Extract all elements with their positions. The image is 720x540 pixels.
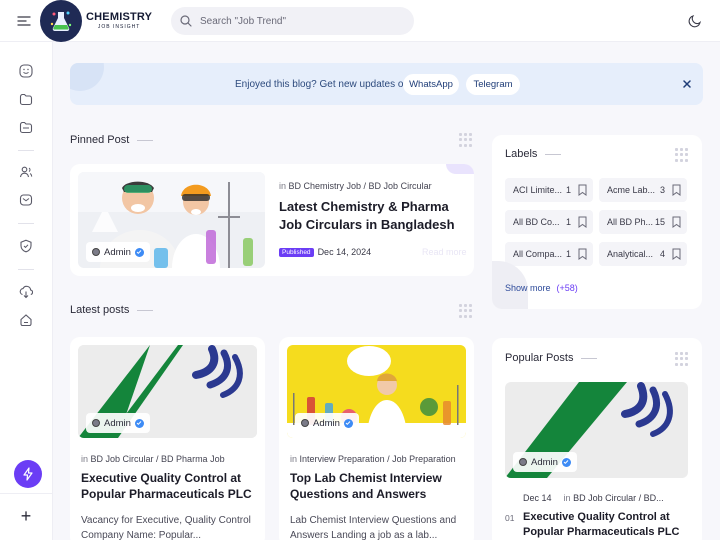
lightning-action-button[interactable] [14, 460, 42, 488]
popular-posts-widget: Popular Posts Admin Dec 14 in BD Job Cir… [492, 338, 702, 540]
sidebar-divider [18, 223, 34, 224]
drag-dots-icon[interactable] [459, 133, 473, 147]
sidebar-divider [0, 493, 53, 494]
telegram-button[interactable]: Telegram [466, 74, 520, 95]
bookmark-icon [578, 184, 587, 196]
verified-check-icon [134, 247, 144, 257]
verified-check-icon [343, 418, 353, 428]
post-title[interactable]: Top Lab Chemist Interview Questions and … [290, 470, 468, 502]
pinned-post-card[interactable]: Admin in BD Chemistry Job / BD Job Circu… [70, 164, 474, 276]
search-icon [180, 15, 192, 27]
label-item[interactable]: ACI Limite... 1 [505, 178, 593, 202]
post-categories[interactable]: in BD Job Circular / BD... [564, 493, 664, 503]
author-chip[interactable]: Admin [295, 413, 359, 433]
post-snippet: Lab Chemist Interview Questions and Answ… [290, 515, 457, 540]
post-snippet: Vacancy for Executive, Quality Control C… [81, 515, 251, 540]
label-item[interactable]: Acme Lab... 3 [599, 178, 687, 202]
author-name: Admin [313, 417, 340, 429]
flask-logo-icon [40, 0, 82, 42]
post-meta: Published Dec 14, 2024 [279, 247, 371, 257]
latest-post-card[interactable]: Admin in Interview Preparation / Job Pre… [279, 337, 474, 540]
smile-icon[interactable] [17, 62, 35, 80]
banner-text: Enjoyed this blog? Get new updates on [235, 79, 410, 90]
subscribe-banner: Enjoyed this blog? Get new updates on Wh… [70, 63, 703, 105]
post-categories[interactable]: in Interview Preparation / Job Preparati… [290, 454, 456, 464]
drag-dots-icon[interactable] [675, 148, 689, 162]
users-icon[interactable] [17, 163, 35, 181]
avatar [92, 419, 100, 427]
search-bar[interactable] [171, 7, 414, 35]
sidebar-divider [18, 150, 34, 151]
logo-title: CHEMISTRY [86, 11, 153, 23]
whatsapp-button[interactable]: WhatsApp [403, 74, 459, 95]
pinned-post-heading: Pinned Post [70, 134, 153, 146]
top-header: CHEMISTRY JOB INSIGHT [0, 0, 720, 42]
author-name: Admin [531, 456, 558, 468]
label-item[interactable]: All Compa... 1 [505, 242, 593, 266]
show-more-link[interactable]: Show more (+58) [505, 283, 578, 293]
menu-icon[interactable] [12, 12, 36, 30]
download-cloud-icon[interactable] [17, 283, 35, 301]
drag-dots-icon[interactable] [675, 352, 689, 366]
avatar [301, 419, 309, 427]
shield-icon[interactable] [17, 237, 35, 255]
close-icon[interactable] [681, 78, 693, 90]
post-date: Dec 14, 2024 [317, 247, 372, 257]
author-name: Admin [104, 417, 131, 429]
card-corner-decoration [446, 164, 474, 174]
lightning-icon [23, 467, 33, 481]
published-badge: Published [279, 247, 314, 257]
bookmark-icon [672, 248, 681, 260]
popular-rank: 01 [505, 513, 515, 523]
avatar [92, 248, 100, 256]
sidebar-divider [18, 269, 34, 270]
site-logo[interactable]: CHEMISTRY JOB INSIGHT [40, 0, 152, 42]
add-plus-icon[interactable]: + [16, 506, 36, 526]
post-date: Dec 14 [523, 493, 552, 503]
popular-posts-heading: Popular Posts [505, 352, 597, 364]
post-categories[interactable]: in BD Job Circular / BD Pharma Job [81, 454, 225, 464]
bookmark-icon [672, 184, 681, 196]
label-item[interactable]: Analytical... 4 [599, 242, 687, 266]
search-input[interactable] [200, 15, 400, 27]
left-sidebar: + [0, 42, 53, 540]
avatar [519, 458, 527, 466]
home-icon[interactable] [17, 311, 35, 329]
author-chip[interactable]: Admin [86, 242, 150, 262]
pinned-post-title[interactable]: Latest Chemistry & Pharma Job Circulars … [279, 198, 459, 233]
bookmark-icon [578, 248, 587, 260]
post-categories[interactable]: in BD Chemistry Job / BD Job Circular [279, 181, 432, 191]
popular-post-meta: Dec 14 in BD Job Circular / BD... [523, 493, 664, 503]
folder-open-icon[interactable] [17, 118, 35, 136]
bookmark-icon [672, 216, 681, 228]
drag-dots-icon[interactable] [459, 304, 473, 318]
logo-subtitle: JOB INSIGHT [97, 24, 141, 30]
author-name: Admin [104, 246, 131, 258]
popular-post-title[interactable]: Executive Quality Control at Popular Pha… [523, 510, 695, 540]
verified-check-icon [134, 418, 144, 428]
labels-widget: Labels ACI Limite... 1 Acme Lab... 3 All B… [492, 135, 702, 309]
latest-post-card[interactable]: Admin in BD Job Circular / BD Pharma Job… [70, 337, 265, 540]
mail-icon[interactable] [17, 191, 35, 209]
read-more-link[interactable]: Read more [422, 247, 467, 257]
dark-mode-moon-icon[interactable] [686, 12, 704, 30]
post-title[interactable]: Executive Quality Control at Popular Pha… [81, 470, 259, 502]
author-chip[interactable]: Admin [86, 413, 150, 433]
label-item[interactable]: All BD Co... 1 [505, 210, 593, 234]
verified-check-icon [561, 457, 571, 467]
author-chip[interactable]: Admin [513, 452, 577, 472]
latest-posts-heading: Latest posts [70, 304, 153, 316]
label-item[interactable]: All BD Ph... 15 [599, 210, 687, 234]
folder-icon[interactable] [17, 90, 35, 108]
banner-decoration [70, 63, 104, 91]
labels-heading: Labels [505, 148, 561, 160]
bookmark-icon [578, 216, 587, 228]
